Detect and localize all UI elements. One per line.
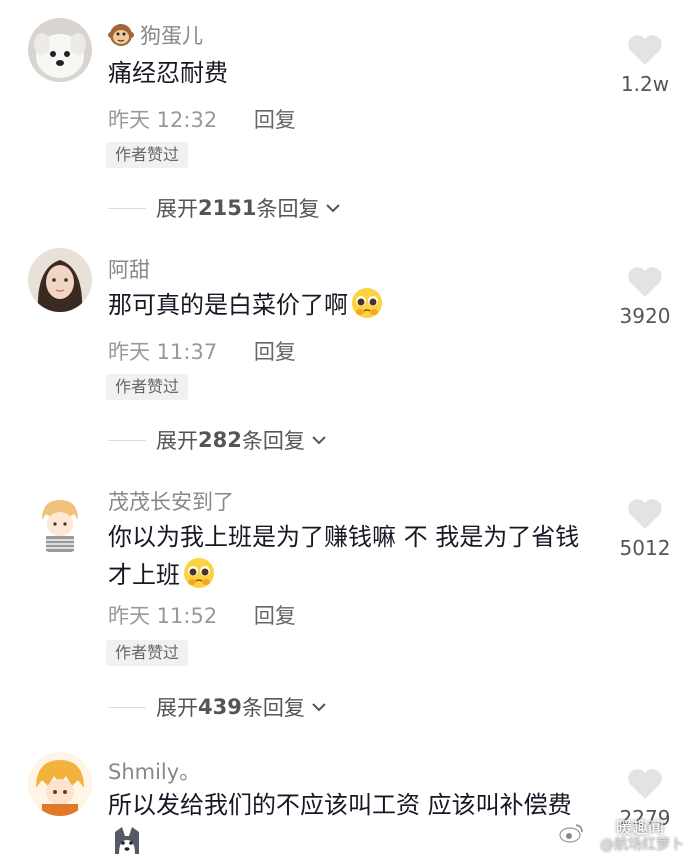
comment-text: 痛经忍耐费 (108, 54, 608, 92)
username[interactable]: 狗蛋儿 (108, 20, 203, 50)
like-button[interactable]: 1.2w (600, 34, 690, 96)
comment-text: 那可真的是白菜价了啊 (108, 286, 608, 324)
watermark-line2: @航场红萝卜 (600, 837, 684, 853)
timestamp: 昨天 11:52 (108, 604, 218, 628)
reply-count: 282 (198, 428, 242, 452)
comment-text: 所以发给我们的不应该叫工资 应该叫补偿费 (108, 786, 598, 862)
anime-boy-avatar (28, 490, 92, 554)
username[interactable]: 茂茂长安到了 (108, 486, 234, 516)
weibo-logo-icon (559, 824, 583, 843)
heart-icon (628, 35, 662, 65)
husky-dog-emoji-icon (115, 827, 139, 854)
pleading-face-emoji-icon (184, 558, 214, 588)
expand-replies-button[interactable]: 展开 439 条回复 (108, 692, 329, 722)
comment-text-content: 你以为我上班是为了赚钱嘛 不 我是为了省钱才上班 (108, 523, 580, 589)
username[interactable]: Shmily。 (108, 756, 200, 786)
reply-button[interactable]: 回复 (254, 108, 296, 132)
comment-text-content: 所以发给我们的不应该叫工资 应该叫补偿费 (108, 791, 572, 819)
comment-meta: 昨天 11:52 回复 (108, 600, 296, 630)
like-button[interactable]: 3920 (600, 266, 690, 328)
divider-line (108, 706, 146, 708)
chevron-down-icon (312, 703, 326, 712)
expand-replies-button[interactable]: 展开 282 条回复 (108, 425, 329, 455)
expand-suffix: 条回复 (241, 696, 305, 720)
username-text: 茂茂长安到了 (108, 490, 234, 514)
author-liked-badge: 作者赞过 (106, 640, 189, 666)
divider-line (108, 207, 146, 209)
avatar[interactable] (28, 752, 92, 816)
reply-button[interactable]: 回复 (254, 340, 296, 364)
username-text: 阿甜 (108, 258, 150, 282)
comment-text: 你以为我上班是为了赚钱嘛 不 我是为了省钱才上班 (108, 518, 588, 594)
like-count: 3920 (619, 304, 671, 328)
username-text: 狗蛋儿 (140, 24, 203, 48)
expand-prefix: 展开 (156, 429, 198, 453)
avatar[interactable] (28, 248, 92, 312)
like-count: 1.2w (620, 72, 670, 96)
like-count: 5012 (619, 536, 671, 560)
like-button[interactable]: 5012 (600, 498, 690, 560)
author-liked-badge: 作者赞过 (106, 374, 189, 400)
reply-count: 439 (198, 695, 242, 719)
chevron-down-icon (312, 436, 326, 445)
comment-text-content: 痛经忍耐费 (108, 59, 228, 87)
heart-icon (628, 769, 662, 799)
timestamp: 昨天 12:32 (108, 108, 218, 132)
divider-line (108, 439, 146, 441)
reply-count: 2151 (198, 196, 257, 220)
expand-suffix: 条回复 (241, 429, 305, 453)
username-text: Shmily。 (108, 760, 201, 784)
white-dog-avatar (28, 18, 92, 82)
heart-icon (628, 267, 662, 297)
username[interactable]: 阿甜 (108, 254, 150, 284)
comment-item: 狗蛋儿 痛经忍耐费 昨天 12:32 回复 作者赞过 展开 2151 条回复 1… (0, 0, 690, 232)
pleading-face-emoji-icon (352, 288, 382, 318)
chevron-down-icon (326, 204, 341, 213)
girl-avatar (28, 248, 92, 312)
avatar[interactable] (28, 490, 92, 554)
reply-button[interactable]: 回复 (254, 604, 296, 628)
comment-item: 阿甜 那可真的是白菜价了啊 昨天 11:37 回复 作者赞过 展开 282 条回… (0, 232, 690, 464)
monkey-emoji-icon (108, 24, 134, 46)
expand-suffix: 条回复 (256, 197, 320, 221)
timestamp: 昨天 11:37 (108, 340, 218, 364)
comment-text-content: 那可真的是白菜价了啊 (108, 291, 348, 319)
heart-icon (628, 499, 662, 529)
expand-replies-button[interactable]: 展开 2151 条回复 (108, 193, 343, 223)
comment-meta: 昨天 12:32 回复 (108, 104, 296, 134)
anime-character-avatar (28, 752, 92, 816)
avatar[interactable] (28, 18, 92, 82)
author-liked-badge: 作者赞过 (106, 142, 189, 168)
expand-prefix: 展开 (156, 197, 198, 221)
expand-prefix: 展开 (156, 696, 198, 720)
comment-meta: 昨天 11:37 回复 (108, 336, 296, 366)
weibo-watermark: 暖趣闻 @航场红萝卜 (558, 814, 688, 854)
comment-item: 茂茂长安到了 你以为我上班是为了赚钱嘛 不 我是为了省钱才上班 昨天 11:52… (0, 464, 690, 734)
